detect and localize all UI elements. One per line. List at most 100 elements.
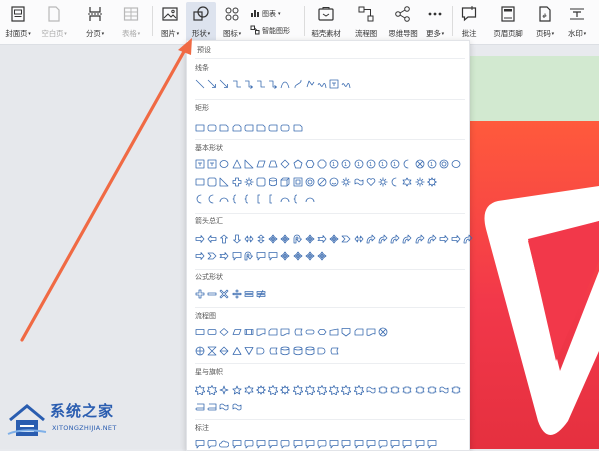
sun-shape-icon[interactable]: [244, 177, 254, 187]
callout-shape-icon[interactable]: [402, 439, 412, 449]
burst-shape-icon[interactable]: [341, 385, 352, 395]
callout-shape-icon[interactable]: [354, 439, 364, 449]
callout-shape-icon[interactable]: [256, 251, 266, 261]
star8-shape-icon[interactable]: [280, 385, 291, 395]
circle10-shape-icon[interactable]: 1: [341, 159, 351, 169]
storage-shape-icon[interactable]: [293, 327, 303, 337]
divide-shape-icon[interactable]: [232, 289, 242, 299]
disk-shape-icon[interactable]: [305, 346, 315, 356]
rtri-shape-icon[interactable]: [219, 177, 229, 187]
decision-shape-icon[interactable]: [219, 327, 229, 337]
burst-shape-icon[interactable]: [329, 385, 340, 395]
right-shape-icon[interactable]: [195, 251, 205, 261]
arrowline-shape-icon[interactable]: [207, 79, 217, 89]
snip-shape-icon[interactable]: [256, 123, 266, 133]
up-shape-icon[interactable]: [219, 234, 229, 244]
circle10-shape-icon[interactable]: 1: [366, 159, 376, 169]
ud-shape-icon[interactable]: [256, 234, 266, 244]
doc-shape-icon[interactable]: [256, 327, 266, 337]
elbow-shape-icon[interactable]: [256, 79, 266, 89]
plus-shape-icon[interactable]: [195, 289, 205, 299]
table-button[interactable]: 表格▾: [116, 2, 146, 42]
watermark-button[interactable]: 水印▾: [562, 2, 592, 42]
curvedR-shape-icon[interactable]: [427, 234, 437, 244]
textbox-shape-icon[interactable]: [195, 159, 205, 169]
elbowarrow-shape-icon[interactable]: [244, 79, 254, 89]
bevel-shape-icon[interactable]: [293, 177, 303, 187]
wave-shape-icon[interactable]: [439, 385, 449, 395]
oct-shape-icon[interactable]: [317, 159, 327, 169]
smiley-shape-icon[interactable]: [329, 177, 339, 187]
callout2-shape-icon[interactable]: [280, 439, 290, 449]
callout-shape-icon[interactable]: [305, 439, 315, 449]
mult-shape-icon[interactable]: [219, 289, 229, 299]
star4-shape-icon[interactable]: [219, 385, 229, 395]
wave-shape-icon[interactable]: [219, 402, 229, 412]
para-shape-icon[interactable]: [256, 159, 266, 169]
burst-shape-icon[interactable]: [304, 385, 315, 395]
doc-shape-icon[interactable]: [366, 327, 376, 337]
sort-shape-icon[interactable]: [219, 346, 229, 356]
right-shape-icon[interactable]: [451, 234, 461, 244]
more-button[interactable]: 更多▾: [422, 2, 448, 42]
callout-shape-icon[interactable]: [232, 251, 242, 261]
curve-shape-icon[interactable]: [280, 79, 290, 89]
right-shape-icon[interactable]: [439, 234, 449, 244]
card-shape-icon[interactable]: [268, 327, 278, 337]
storage-shape-icon[interactable]: [329, 346, 339, 356]
star8-shape-icon[interactable]: [256, 385, 266, 395]
callout-shape-icon[interactable]: [268, 251, 278, 261]
scribble-shape-icon[interactable]: [317, 79, 327, 89]
burst-shape-icon[interactable]: [317, 385, 327, 395]
callout-shape-icon[interactable]: [329, 439, 339, 449]
callout2-shape-icon[interactable]: [244, 439, 254, 449]
roundsnip-shape-icon[interactable]: [244, 123, 254, 133]
rect-shape-icon[interactable]: [195, 177, 205, 187]
neq-shape-icon[interactable]: [256, 289, 266, 299]
doc-shape-icon[interactable]: [280, 327, 290, 337]
predef-shape-icon[interactable]: [244, 327, 254, 337]
snip2-shape-icon[interactable]: [232, 123, 242, 133]
extract-shape-icon[interactable]: [232, 346, 242, 356]
quad-shape-icon[interactable]: [329, 234, 339, 244]
merge-shape-icon[interactable]: [244, 346, 254, 356]
ribbon-shape-icon[interactable]: [390, 385, 400, 395]
smart-graphic-button[interactable]: 智能图形: [250, 25, 290, 37]
moon-shape-icon[interactable]: [207, 194, 217, 204]
cube-shape-icon[interactable]: [280, 177, 290, 187]
sumjunc-shape-icon[interactable]: [415, 159, 425, 169]
snip-shape-icon[interactable]: [219, 123, 229, 133]
comment-button[interactable]: 批注: [456, 2, 482, 42]
star8-shape-icon[interactable]: [426, 177, 437, 187]
wave-shape-icon[interactable]: [366, 385, 376, 395]
quad-shape-icon[interactable]: [293, 251, 303, 261]
donut-shape-icon[interactable]: [439, 159, 449, 169]
rrect-shape-icon[interactable]: [280, 123, 290, 133]
prep-shape-icon[interactable]: [317, 327, 327, 337]
burst-shape-icon[interactable]: [195, 385, 205, 395]
delay-shape-icon[interactable]: [256, 346, 266, 356]
diamond-shape-icon[interactable]: [280, 159, 290, 169]
callout-shape-icon[interactable]: [293, 439, 303, 449]
quad-shape-icon[interactable]: [268, 234, 278, 244]
freeform-shape-icon[interactable]: [305, 79, 315, 89]
brace-shape-icon[interactable]: [293, 194, 303, 204]
star5-shape-icon[interactable]: [231, 385, 242, 395]
rtri-shape-icon[interactable]: [244, 159, 254, 169]
textbox-shape-icon[interactable]: [329, 79, 339, 89]
curvedR-shape-icon[interactable]: [415, 234, 425, 244]
curvedR-shape-icon[interactable]: [366, 234, 376, 244]
scrollH-shape-icon[interactable]: [207, 402, 217, 412]
brace-shape-icon[interactable]: [232, 194, 242, 204]
lr-shape-icon[interactable]: [244, 234, 254, 244]
docer-material-button[interactable]: 稻壳素材: [306, 2, 346, 42]
mind-map-button[interactable]: 思维导图: [384, 2, 422, 42]
cloud-shape-icon[interactable]: [219, 439, 230, 449]
cross-shape-icon[interactable]: [232, 177, 242, 187]
scrollH-shape-icon[interactable]: [195, 402, 205, 412]
terminator-shape-icon[interactable]: [305, 327, 315, 337]
right-shape-icon[interactable]: [195, 234, 205, 244]
card-shape-icon[interactable]: [354, 327, 364, 337]
rect-shape-icon[interactable]: [195, 123, 205, 133]
quad-shape-icon[interactable]: [280, 251, 290, 261]
